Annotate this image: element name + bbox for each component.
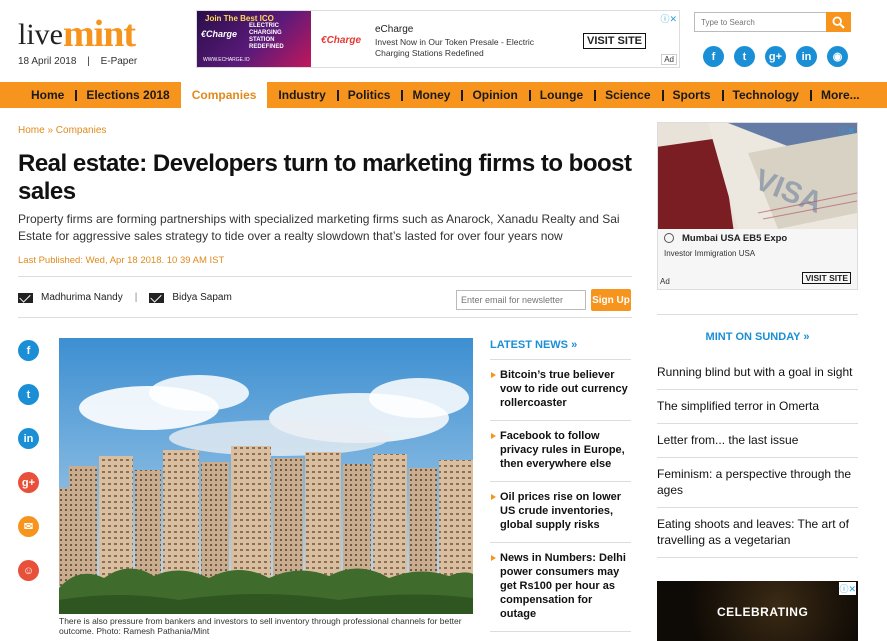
main-navigation: Home Elections 2018 Companies Industry Polit… xyxy=(0,82,887,108)
current-date: 18 April 2018 xyxy=(18,56,77,67)
reddit-icon[interactable]: ☺ xyxy=(18,560,39,581)
twitter-icon[interactable]: t xyxy=(734,46,755,67)
nav-item-industry[interactable]: Industry xyxy=(267,82,336,108)
nav-item-opinion[interactable]: Opinion xyxy=(461,82,528,108)
author-name[interactable]: Bidya Sapam xyxy=(172,292,231,303)
share-buttons: f t in g+ ✉ ☺ xyxy=(18,340,39,581)
latest-news: LATEST NEWS » Bitcoin’s true believer vo… xyxy=(490,339,631,641)
nav-item-lounge[interactable]: Lounge xyxy=(528,82,594,108)
author-separator: | xyxy=(134,292,138,303)
search-input[interactable] xyxy=(694,12,828,32)
nav-item-sports[interactable]: Sports xyxy=(661,82,722,108)
latest-news-item[interactable]: Facebook to follow privacy rules in Euro… xyxy=(490,421,631,482)
site-logo[interactable]: live mint xyxy=(18,13,136,55)
mint-on-sunday-heading[interactable]: MINT ON SUNDAY » xyxy=(657,331,858,343)
top-banner-ad[interactable]: Join The Best ICO €Charge ELECTRIC CHARG… xyxy=(196,10,680,68)
mail-icon[interactable] xyxy=(18,292,33,303)
byline: Madhurima Nandy | Bidya Sapam xyxy=(18,292,232,303)
header-social-links: f t g+ in ◉ xyxy=(703,46,848,67)
article-photo-image xyxy=(59,338,473,614)
logo-mint-text: mint xyxy=(63,13,136,55)
nav-item-companies[interactable]: Companies xyxy=(180,82,268,108)
side-ad-bottom[interactable]: CELEBRATING ⓘ✕ xyxy=(657,581,858,641)
search-icon xyxy=(832,15,845,29)
nav-item-elections-2018[interactable]: Elections 2018 xyxy=(75,82,180,108)
side-ad-visit-button[interactable]: VISIT SITE xyxy=(802,272,851,284)
mint-on-sunday-item[interactable]: Feminism: a perspective through the ages xyxy=(657,458,858,508)
byline-divider-top xyxy=(18,276,632,277)
breadcrumb[interactable]: Home » Companies xyxy=(18,125,106,136)
published-timestamp: Last Published: Wed, Apr 18 2018. 10 39 … xyxy=(18,255,225,266)
side-ad-logo-icon xyxy=(664,233,674,243)
latest-news-item[interactable]: News in Numbers: Delhi power consumers m… xyxy=(490,543,631,632)
latest-news-item[interactable]: Bitcoin’s true believer vow to ride out … xyxy=(490,360,631,421)
nav-item-technology[interactable]: Technology xyxy=(721,82,810,108)
side-ad[interactable]: VISA Mumbai USA EB5 Expo Investor Immigr… xyxy=(657,122,858,290)
top-ad-title: eCharge xyxy=(375,24,414,35)
side-ad-bottom-text: CELEBRATING xyxy=(717,605,809,619)
mint-on-sunday-list: Running blind but with a goal in sight Th… xyxy=(657,356,858,558)
side-ad-image: VISA xyxy=(658,123,857,229)
mint-on-sunday-divider xyxy=(657,314,858,315)
date-separator: | xyxy=(87,56,90,67)
mint-on-sunday-item[interactable]: Letter from... the last issue xyxy=(657,424,858,458)
latest-news-item[interactable]: CBI, Gujarat ATS arrest 3 xyxy=(490,632,631,641)
latest-news-item[interactable]: Oil prices rise on lower US crude invent… xyxy=(490,482,631,543)
linkedin-icon[interactable]: in xyxy=(796,46,817,67)
search-button[interactable] xyxy=(826,12,851,32)
latest-news-list: Bitcoin’s true believer vow to ride out … xyxy=(490,360,631,641)
top-ad-brand: €Charge xyxy=(321,35,362,46)
top-ad-image-tagline: ELECTRIC CHARGING STATION REDEFINED xyxy=(249,23,284,50)
facebook-icon[interactable]: f xyxy=(18,340,39,361)
nav-item-science[interactable]: Science xyxy=(594,82,661,108)
nav-item-more[interactable]: More... xyxy=(809,82,871,108)
date-line: 18 April 2018 | E-Paper xyxy=(18,56,137,67)
email-icon[interactable]: ✉ xyxy=(18,516,39,537)
twitter-icon[interactable]: t xyxy=(18,384,39,405)
facebook-icon[interactable]: f xyxy=(703,46,724,67)
side-ad-visa-image: VISA xyxy=(658,123,857,229)
linkedin-icon[interactable]: in xyxy=(18,428,39,449)
nav-item-home[interactable]: Home xyxy=(20,82,75,108)
top-ad-label: Ad xyxy=(661,54,677,65)
googleplus-icon[interactable]: g+ xyxy=(18,472,39,493)
googleplus-icon[interactable]: g+ xyxy=(765,46,786,67)
top-ad-image-url: WWW.ECHARGE.IO xyxy=(203,57,250,63)
mint-on-sunday-item[interactable]: Eating shoots and leaves: The art of tra… xyxy=(657,508,858,558)
side-ad-title: Mumbai USA EB5 Expo xyxy=(682,233,788,244)
article-standfirst: Property firms are forming partnerships … xyxy=(18,212,620,243)
adchoices-icon[interactable]: ⓘ✕ xyxy=(660,12,677,25)
side-ad-label: Ad xyxy=(660,277,670,286)
side-ad-subtitle: Investor Immigration USA xyxy=(664,249,756,258)
top-ad-image-headline: Join The Best ICO xyxy=(205,14,274,23)
top-ad-text: Invest Now in Our Token Presale - Electr… xyxy=(375,37,535,58)
top-ad-image-brand: €Charge xyxy=(201,29,238,39)
nav-item-politics[interactable]: Politics xyxy=(336,82,402,108)
adchoices-icon[interactable]: ⓘ✕ xyxy=(838,124,855,137)
author-name[interactable]: Madhurima Nandy xyxy=(41,292,123,303)
article-headline: Real estate: Developers turn to marketin… xyxy=(18,150,632,205)
adchoices-icon[interactable]: ⓘ✕ xyxy=(839,582,856,595)
top-ad-visit-button[interactable]: VISIT SITE xyxy=(583,33,647,49)
nav-item-money[interactable]: Money xyxy=(401,82,461,108)
newsletter-signup-button[interactable]: Sign Up xyxy=(591,289,631,311)
logo-live-text: live xyxy=(18,18,63,51)
top-ad-image: Join The Best ICO €Charge ELECTRIC CHARG… xyxy=(197,11,311,67)
mint-on-sunday-item[interactable]: Running blind but with a goal in sight xyxy=(657,356,858,390)
mail-icon[interactable] xyxy=(149,292,165,303)
newsletter-email-input[interactable] xyxy=(456,290,586,310)
rss-icon[interactable]: ◉ xyxy=(827,46,848,67)
epaper-link[interactable]: E-Paper xyxy=(101,56,138,67)
article-photo xyxy=(59,338,473,614)
latest-news-heading[interactable]: LATEST NEWS » xyxy=(490,339,631,360)
mint-on-sunday-item[interactable]: The simplified terror in Omerta xyxy=(657,390,858,424)
byline-divider-bottom xyxy=(18,317,632,318)
photo-caption: There is also pressure from bankers and … xyxy=(59,616,462,636)
